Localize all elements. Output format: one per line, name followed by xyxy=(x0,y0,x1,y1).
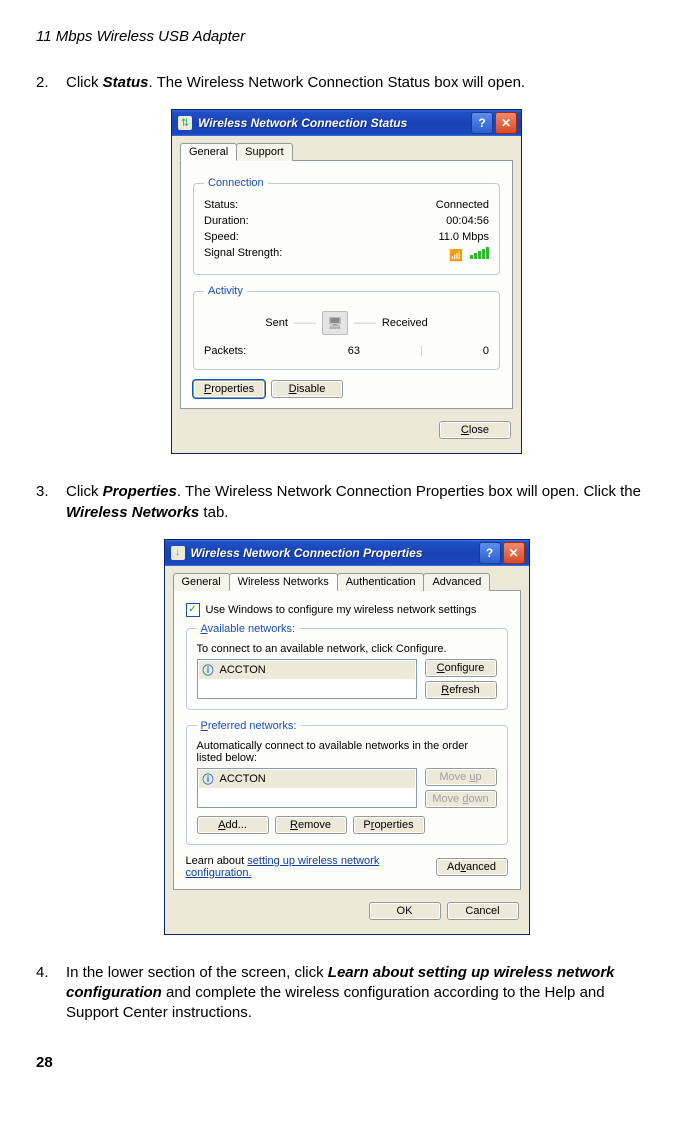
move-up-button[interactable]: Move up xyxy=(425,768,497,786)
received-label: Received xyxy=(382,317,428,329)
preferred-item: ACCTON xyxy=(220,773,266,785)
checkbox-icon: ✓ xyxy=(186,603,200,617)
sent-value: 63 xyxy=(348,345,360,357)
close-button[interactable]: ✕ xyxy=(503,542,525,564)
tab-general[interactable]: General xyxy=(180,143,237,161)
list-item[interactable]: ⓘ ACCTON xyxy=(199,661,415,679)
signal-strength-icon: 📶 xyxy=(449,247,489,262)
preferred-desc: Automatically connect to available netwo… xyxy=(197,740,497,764)
preferred-legend: Preferred networks: xyxy=(197,720,301,732)
network-properties-button[interactable]: Properties xyxy=(353,816,425,834)
available-listbox[interactable]: ⓘ ACCTON xyxy=(197,659,417,699)
sent-label: Sent xyxy=(265,317,288,329)
tab-wireless-networks[interactable]: Wireless Networks xyxy=(229,573,338,591)
step-2-em: Status xyxy=(103,74,149,91)
step-3-em1: Properties xyxy=(103,483,177,500)
add-button[interactable]: Add... xyxy=(197,816,269,834)
status-title: Wireless Network Connection Status xyxy=(198,116,469,130)
activity-legend: Activity xyxy=(204,285,247,297)
remove-button[interactable]: Remove xyxy=(275,816,347,834)
props-pane: ✓ Use Windows to configure my wireless n… xyxy=(173,590,521,890)
step-3-num: 3. xyxy=(36,482,66,502)
help-button[interactable]: ? xyxy=(479,542,501,564)
available-legend: Available networks: xyxy=(197,623,300,635)
step-2-pre: Click xyxy=(66,74,103,91)
speed-label: Speed: xyxy=(204,231,239,243)
step-3-pre: Click xyxy=(66,483,103,500)
activity-icon: 🖥 xyxy=(322,311,348,335)
props-title: Wireless Network Connection Properties xyxy=(191,546,477,560)
packets-label: Packets: xyxy=(204,345,246,357)
step-4-num: 4. xyxy=(36,963,66,983)
doc-header: 11 Mbps Wireless USB Adapter xyxy=(36,28,657,45)
connection-group: Connection Status: Connected Duration: 00:… xyxy=(193,177,500,275)
tab-support[interactable]: Support xyxy=(236,143,293,161)
status-label: Status: xyxy=(204,199,238,211)
received-value: 0 xyxy=(483,345,489,357)
refresh-button[interactable]: Refresh xyxy=(425,681,497,699)
status-pane: Connection Status: Connected Duration: 00:… xyxy=(180,160,513,409)
step-3: 3. Click Properties. The Wireless Networ… xyxy=(36,482,657,523)
step-3-post: tab. xyxy=(199,504,228,521)
available-item: ACCTON xyxy=(220,664,266,676)
step-2: 2. Click Status. The Wireless Network Co… xyxy=(36,73,657,93)
move-down-button[interactable]: Move down xyxy=(425,790,497,808)
cancel-button[interactable]: Cancel xyxy=(447,902,519,920)
ok-button[interactable]: OK xyxy=(369,902,441,920)
activity-group: Activity Sent —— 🖥 —— Received Packets: xyxy=(193,285,500,370)
properties-dialog: ↓ Wireless Network Connection Properties… xyxy=(164,539,530,935)
wifi-icon: ⓘ xyxy=(203,662,214,678)
step-4: 4. In the lower section of the screen, c… xyxy=(36,963,657,1024)
close-button[interactable]: ✕ xyxy=(495,112,517,134)
close-dialog-button[interactable]: Close xyxy=(439,421,511,439)
step-3-mid: . The Wireless Network Connection Proper… xyxy=(177,483,641,500)
available-desc: To connect to an available network, clic… xyxy=(197,643,497,655)
tab-general[interactable]: General xyxy=(173,573,230,591)
props-titlebar[interactable]: ↓ Wireless Network Connection Properties… xyxy=(165,540,529,566)
page-number: 28 xyxy=(36,1054,657,1071)
configure-button[interactable]: Configure xyxy=(425,659,497,677)
props-tabs: General Wireless Networks Authentication… xyxy=(165,566,529,590)
step-4-pre: In the lower section of the screen, clic… xyxy=(66,964,328,981)
signal-label: Signal Strength: xyxy=(204,247,282,262)
tab-advanced[interactable]: Advanced xyxy=(423,573,490,591)
status-value: Connected xyxy=(436,199,489,211)
step-2-post: . The Wireless Network Connection Status… xyxy=(149,74,526,91)
use-windows-label: Use Windows to configure my wireless net… xyxy=(206,604,477,616)
status-titlebar[interactable]: ⇅ Wireless Network Connection Status ? ✕ xyxy=(172,110,521,136)
disable-button[interactable]: Disable xyxy=(271,380,343,398)
advanced-button[interactable]: Advanced xyxy=(436,858,508,876)
duration-value: 00:04:56 xyxy=(446,215,489,227)
speed-value: 11.0 Mbps xyxy=(438,231,489,243)
connection-legend: Connection xyxy=(204,177,268,189)
wireless-icon: ↓ xyxy=(171,546,185,560)
tab-authentication[interactable]: Authentication xyxy=(337,573,425,591)
step-3-em2: Wireless Networks xyxy=(66,504,199,521)
status-dialog: ⇅ Wireless Network Connection Status ? ✕… xyxy=(171,109,522,454)
step-2-text: Click Status. The Wireless Network Conne… xyxy=(66,73,525,93)
step-4-text: In the lower section of the screen, clic… xyxy=(66,963,657,1024)
status-tabs: General Support xyxy=(172,136,521,160)
preferred-listbox[interactable]: ⓘ ACCTON xyxy=(197,768,417,808)
properties-button[interactable]: Properties xyxy=(193,380,265,398)
use-windows-checkbox[interactable]: ✓ Use Windows to configure my wireless n… xyxy=(186,603,508,617)
step-2-num: 2. xyxy=(36,73,66,93)
duration-label: Duration: xyxy=(204,215,249,227)
step-3-text: Click Properties. The Wireless Network C… xyxy=(66,482,657,523)
wireless-icon: ⇅ xyxy=(178,116,192,130)
help-button[interactable]: ? xyxy=(471,112,493,134)
preferred-networks-group: Preferred networks: Automatically connec… xyxy=(186,720,508,845)
available-networks-group: Available networks: To connect to an ava… xyxy=(186,623,508,710)
wifi-icon: ⓘ xyxy=(203,771,214,787)
learn-pre: Learn about xyxy=(186,855,248,867)
list-item[interactable]: ⓘ ACCTON xyxy=(199,770,415,788)
